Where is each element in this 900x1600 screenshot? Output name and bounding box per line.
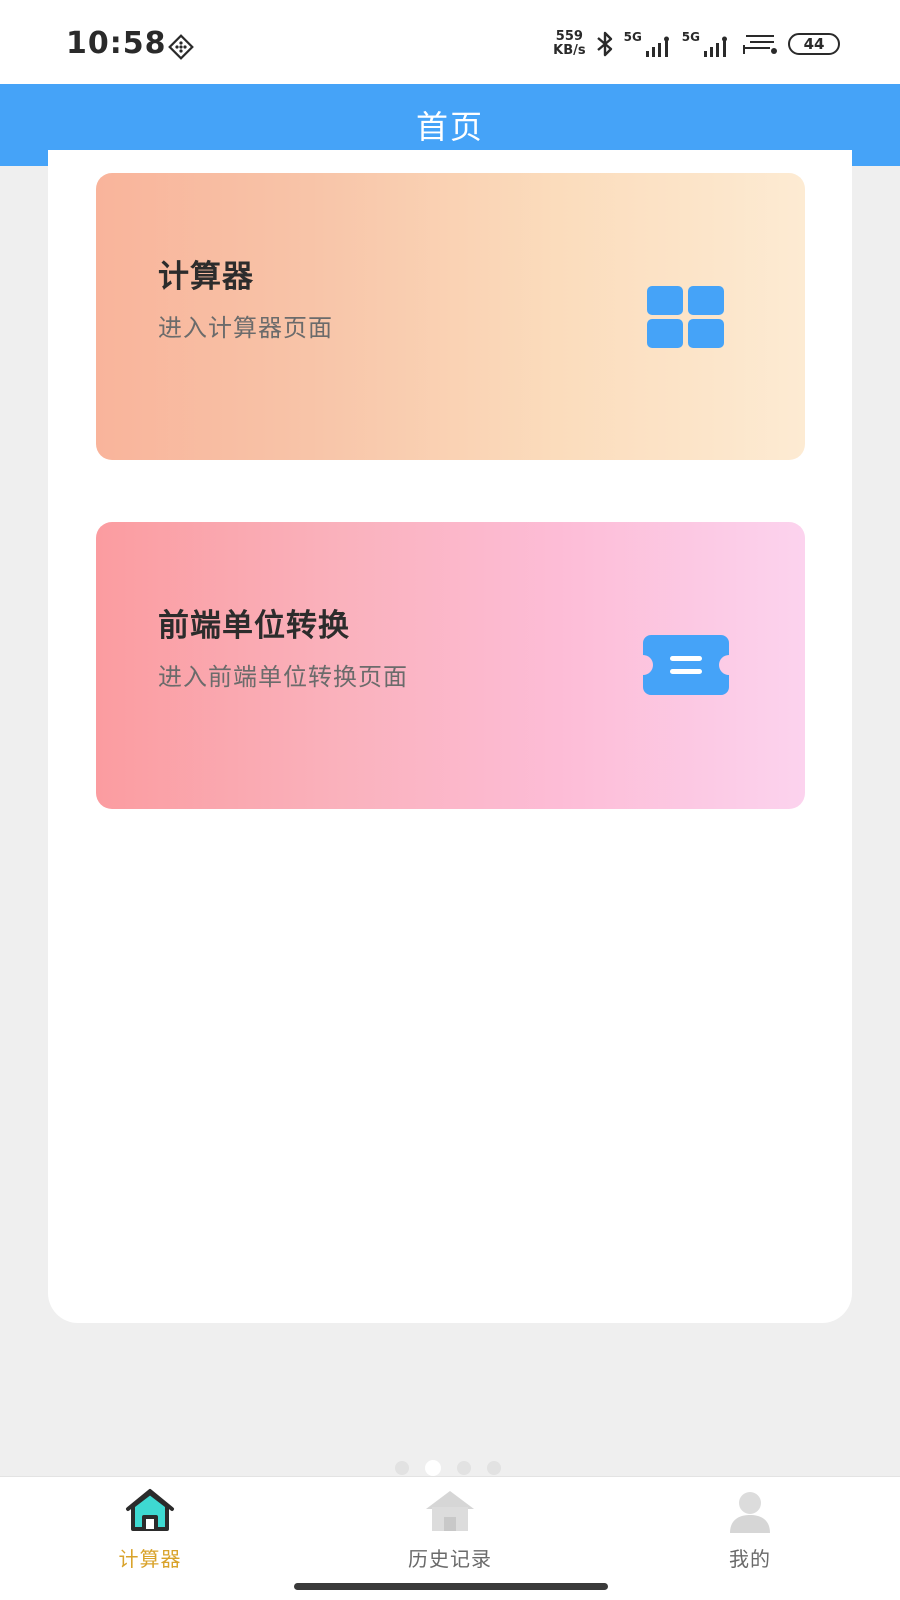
- grid-icon: [647, 286, 724, 348]
- unit-converter-card[interactable]: 前端单位转换 进入前端单位转换页面: [96, 522, 805, 809]
- wifi-icon: [743, 35, 777, 54]
- page-indicator: [395, 1460, 501, 1476]
- net-speed: 559 KB/s: [553, 30, 585, 58]
- signal-sim1: 5G: [624, 30, 674, 58]
- status-indicators: 559 KB/s 5G 5G 44: [553, 26, 840, 62]
- tab-label: 历史记录: [408, 1547, 492, 1571]
- grid-cell: [647, 319, 683, 348]
- signal-icon: [645, 36, 669, 57]
- page-dot: [487, 1461, 501, 1475]
- card-subtitle: 进入计算器页面: [158, 314, 333, 342]
- net-speed-unit: KB/s: [553, 43, 586, 58]
- tab-mine[interactable]: 我的: [680, 1487, 820, 1577]
- tab-bar: 计算器 历史记录 我的: [0, 1476, 900, 1600]
- ticket-icon: [643, 635, 729, 695]
- card-subtitle: 进入前端单位转换页面: [158, 663, 408, 691]
- sim1-label: 5G: [623, 30, 642, 44]
- tab-label: 我的: [729, 1547, 771, 1571]
- sim2-label: 5G: [681, 30, 700, 44]
- tab-label: 计算器: [118, 1547, 182, 1571]
- card-title: 计算器: [158, 259, 254, 295]
- net-speed-value: 559: [555, 29, 583, 44]
- grid-cell: [647, 286, 683, 315]
- battery-icon: 44: [788, 33, 840, 55]
- house-icon: [426, 1491, 474, 1531]
- card-title: 前端单位转换: [158, 608, 350, 644]
- user-icon: [730, 1492, 770, 1533]
- page-dot-active: [425, 1460, 441, 1476]
- tab-history[interactable]: 历史记录: [380, 1487, 520, 1577]
- calculator-card[interactable]: 计算器 进入计算器页面: [96, 173, 805, 460]
- page-dot: [395, 1461, 409, 1475]
- page-title: 首页: [415, 108, 484, 146]
- diamond-grid-icon: [168, 34, 194, 60]
- status-bar: 10:58 559 KB/s 5G 5G 44: [0, 0, 900, 84]
- grid-cell: [688, 286, 724, 315]
- signal-sim2: 5G: [682, 30, 732, 58]
- tab-calculator[interactable]: 计算器: [80, 1487, 220, 1577]
- signal-icon: [704, 36, 727, 57]
- grid-cell: [688, 319, 724, 348]
- bluetooth-icon: [596, 31, 612, 57]
- home-icon: [126, 1489, 174, 1531]
- page-dot: [457, 1461, 471, 1475]
- home-indicator[interactable]: [294, 1583, 608, 1590]
- status-time: 10:58: [66, 26, 167, 61]
